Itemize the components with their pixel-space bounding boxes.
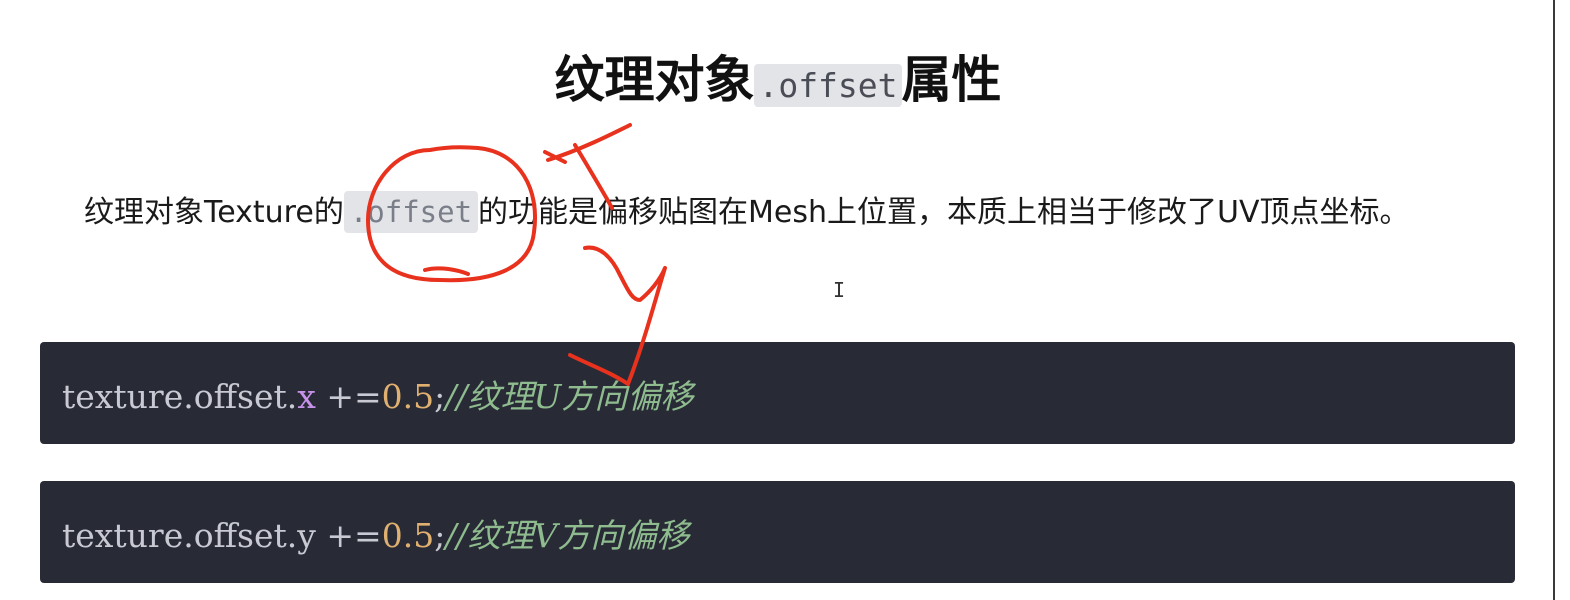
annotation-arrow (568, 245, 667, 386)
annotation-circle (366, 145, 537, 283)
annotation-check (543, 123, 632, 210)
annotation-circle-tail (423, 266, 470, 276)
red-annotation-overlay (366, 123, 667, 386)
